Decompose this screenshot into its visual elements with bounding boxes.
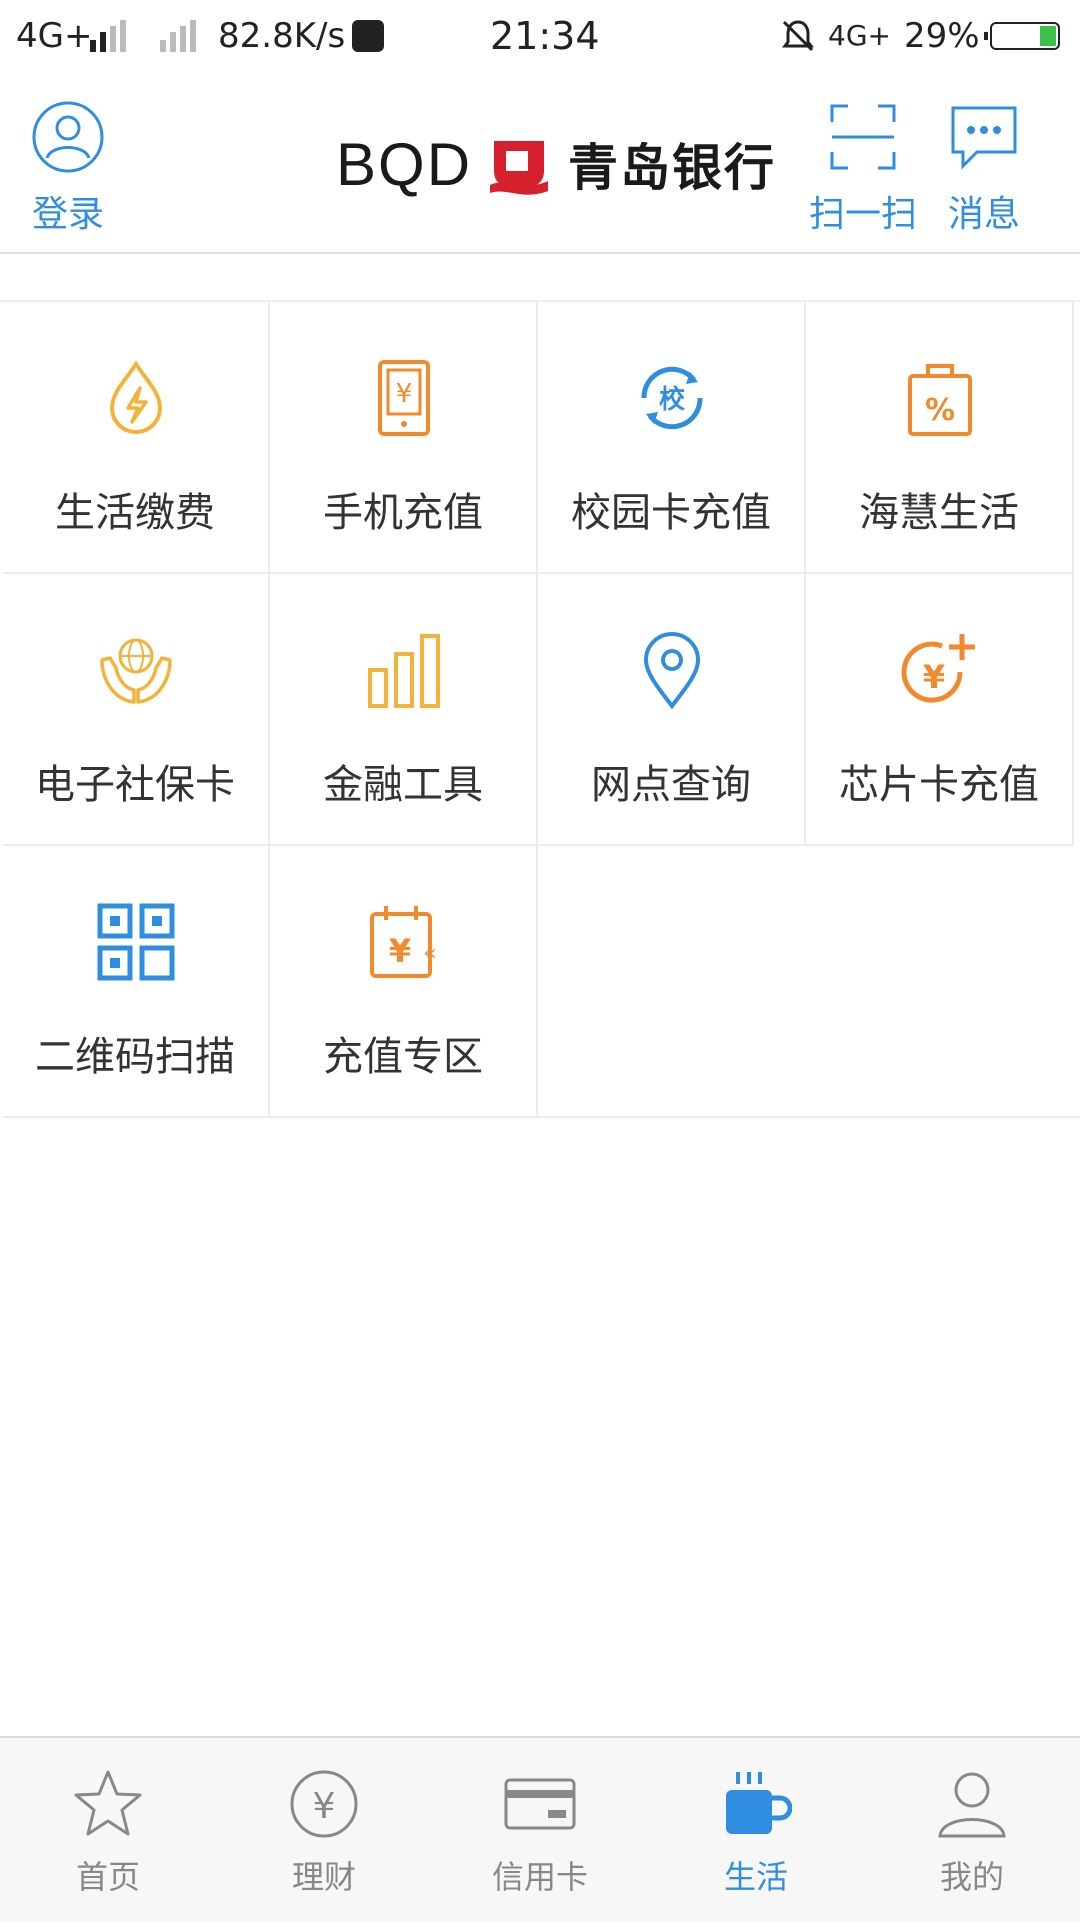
service-chip-card-topup[interactable]: ¥ 芯片卡充值	[806, 574, 1074, 846]
tab-label: 生活	[723, 1858, 788, 1896]
campus-card-icon: 校	[641, 366, 703, 430]
network-speed: 82.8K/s	[218, 16, 346, 56]
battery-percent: 29%	[904, 16, 980, 56]
service-label: 校园卡充值	[571, 490, 771, 536]
qr-code-icon	[97, 903, 175, 981]
notification-icon	[352, 20, 384, 52]
star-icon	[74, 1770, 142, 1836]
svg-text:%: %	[925, 393, 955, 428]
service-label: 生活缴费	[55, 490, 215, 536]
tab-mine[interactable]: 我的	[864, 1738, 1080, 1922]
grid-empty-area	[538, 846, 1080, 1118]
credit-card-icon	[504, 1778, 576, 1830]
bank-logo-icon	[490, 141, 549, 195]
svg-text:校: 校	[659, 384, 686, 415]
service-campus-card[interactable]: 校 校园卡充值	[538, 302, 806, 574]
service-label: 金融工具	[323, 762, 483, 808]
shopping-bag-percent-icon: %	[908, 364, 972, 436]
water-drop-lightning-icon	[109, 360, 163, 434]
service-financial-tools[interactable]: 金融工具	[270, 574, 538, 846]
scan-label: 扫一扫	[808, 194, 917, 235]
mute-bell-icon	[782, 20, 814, 52]
tab-credit-card[interactable]: 信用卡	[432, 1738, 648, 1922]
bar-chart-icon	[368, 634, 440, 708]
signal-icon	[90, 20, 126, 52]
network-type: 4G+	[16, 16, 93, 56]
tab-label: 首页	[75, 1858, 140, 1896]
hands-globe-icon	[100, 638, 172, 704]
tab-label: 信用卡	[491, 1858, 588, 1896]
message-button[interactable]: 消息	[944, 100, 1024, 237]
message-label: 消息	[947, 194, 1020, 235]
tab-life[interactable]: 生活	[648, 1738, 864, 1922]
login-button[interactable]: 登录	[28, 100, 108, 237]
user-icon	[938, 1772, 1006, 1838]
status-bar: 4G+ 82.8K/s 21:34 4G+ 29%	[0, 0, 1080, 72]
service-label: 手机充值	[323, 490, 483, 536]
service-label: 充值专区	[323, 1034, 483, 1080]
scan-icon	[830, 104, 896, 170]
network-type-2: 4G+	[828, 19, 891, 52]
app-header: 登录 BQD 青岛银行 扫一扫 消息	[0, 72, 1080, 254]
tab-wealth[interactable]: ¥ 理财	[216, 1738, 432, 1922]
logo-text: BQD	[336, 130, 473, 198]
clock: 21:34	[490, 14, 600, 58]
svg-text:«: «	[423, 941, 436, 966]
yuan-circle-icon: ¥	[290, 1770, 358, 1838]
service-label: 芯片卡充值	[839, 762, 1039, 808]
bottom-tab-bar: 首页 ¥ 理财 信用卡 生活 我的	[0, 1736, 1080, 1922]
service-life-payment[interactable]: 生活缴费	[2, 302, 270, 574]
service-label: 网点查询	[591, 762, 751, 808]
service-label: 二维码扫描	[35, 1034, 235, 1080]
tab-home[interactable]: 首页	[0, 1738, 216, 1922]
service-topup-zone[interactable]: ¥ « 充值专区	[270, 846, 538, 1118]
bank-logo: BQD 青岛银行	[336, 124, 776, 204]
service-label: 电子社保卡	[35, 762, 235, 808]
svg-text:¥: ¥	[313, 1786, 336, 1827]
svg-text:¥: ¥	[396, 379, 413, 409]
svg-text:¥: ¥	[923, 658, 945, 696]
service-qr-scan[interactable]: 二维码扫描	[2, 846, 270, 1118]
message-bubble-icon	[951, 106, 1017, 170]
service-label: 海慧生活	[859, 490, 1019, 536]
signal-icon-2	[160, 20, 196, 52]
service-branch-locator[interactable]: 网点查询	[538, 574, 806, 846]
service-social-security-card[interactable]: 电子社保卡	[2, 574, 270, 846]
bank-name: 青岛银行	[568, 139, 777, 197]
location-pin-icon	[643, 632, 701, 710]
service-mobile-topup[interactable]: ¥ 手机充值	[270, 302, 538, 574]
tab-label: 理财	[291, 1858, 356, 1896]
phone-yuan-icon: ¥	[378, 360, 430, 436]
user-circle-icon	[32, 101, 104, 173]
coffee-cup-icon	[726, 1772, 792, 1834]
scan-button[interactable]: 扫一扫	[808, 100, 918, 237]
yuan-plus-icon: ¥	[901, 634, 975, 703]
battery-icon	[984, 22, 1060, 50]
svg-text:¥: ¥	[389, 932, 411, 970]
service-haihui-life[interactable]: % 海慧生活	[806, 302, 1074, 574]
login-label: 登录	[31, 194, 104, 235]
tab-label: 我的	[939, 1858, 1004, 1896]
calendar-yuan-icon: ¥ «	[370, 906, 437, 978]
